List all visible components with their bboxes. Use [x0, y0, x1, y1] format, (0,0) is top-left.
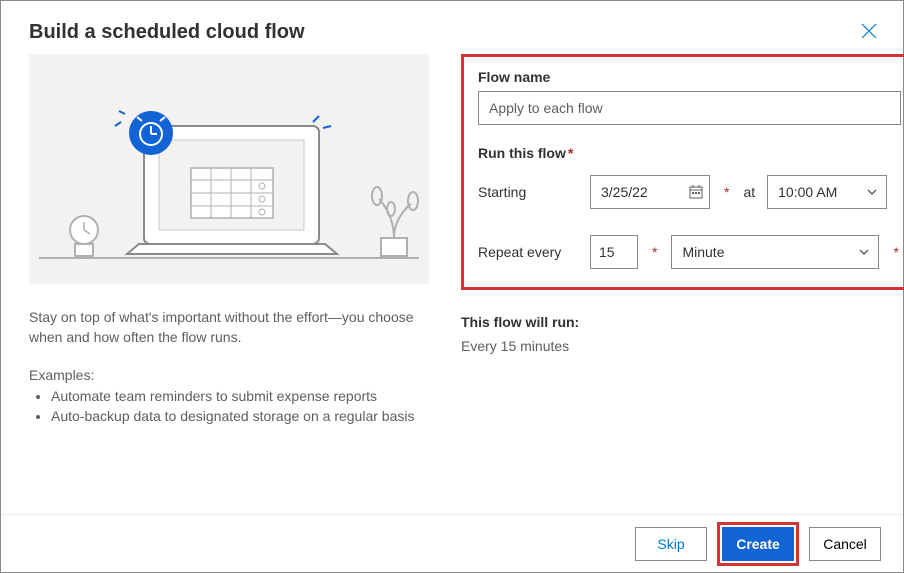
close-icon [861, 23, 877, 39]
examples-list: Automate team reminders to submit expens… [29, 387, 429, 426]
create-highlight: Create [717, 522, 799, 566]
repeat-unit-select[interactable]: Minute [671, 235, 879, 269]
at-label: at [743, 184, 755, 200]
summary-label: This flow will run: [461, 314, 904, 330]
repeat-every-label: Repeat every [478, 244, 578, 260]
calendar-icon [689, 185, 703, 199]
summary-text: Every 15 minutes [461, 338, 904, 354]
cancel-button[interactable]: Cancel [809, 527, 881, 561]
example-item: Automate team reminders to submit expens… [51, 387, 429, 407]
dialog-title: Build a scheduled cloud flow [1, 1, 903, 52]
chevron-down-icon [866, 186, 878, 198]
required-marker: * [893, 244, 898, 260]
skip-button[interactable]: Skip [635, 527, 707, 561]
illustration [29, 54, 429, 284]
repeat-value-input[interactable] [590, 235, 638, 269]
flow-name-input[interactable] [478, 91, 901, 125]
flow-name-label: Flow name [478, 69, 901, 85]
dialog-footer: Skip Create Cancel [1, 514, 903, 572]
description-text: Stay on top of what's important without … [29, 308, 429, 347]
required-marker: * [724, 184, 729, 200]
form-highlight: Flow name Run this flow* Starting 3/25/2… [461, 54, 904, 290]
chevron-down-icon [858, 246, 870, 258]
create-button[interactable]: Create [722, 527, 794, 561]
close-button[interactable] [855, 17, 883, 45]
run-this-flow-label: Run this flow* [478, 145, 901, 161]
example-item: Auto-backup data to designated storage o… [51, 407, 429, 427]
required-marker: * [652, 244, 657, 260]
starting-date-input[interactable]: 3/25/22 [590, 175, 710, 209]
starting-label: Starting [478, 184, 578, 200]
examples-label: Examples: [29, 367, 429, 383]
starting-time-select[interactable]: 10:00 AM [767, 175, 887, 209]
